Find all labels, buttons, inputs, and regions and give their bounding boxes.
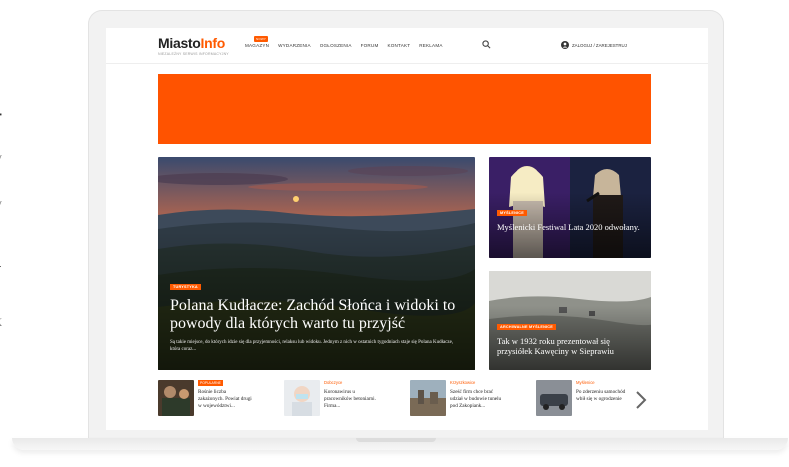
side-text-1: + — [0, 100, 3, 130]
side-text-5: k — [0, 313, 2, 331]
search-icon[interactable] — [482, 40, 491, 49]
category-label[interactable]: Dobczyce — [324, 380, 342, 385]
thumbnail-image — [536, 380, 572, 416]
news-title[interactable]: Rośnie liczba zakażonych. Powiat drugi w… — [198, 389, 252, 410]
site-logo[interactable]: MiastoInfo — [158, 35, 225, 51]
stage: + y y y k MiastoInfo NIEZALEŻNY SERWIS I… — [0, 0, 789, 467]
featured-main-title[interactable]: Polana Kudłacze: Zachód Słońca i widoki … — [170, 297, 470, 333]
side-text-2: y — [0, 150, 2, 168]
featured-main-lead: Są takie miejsce, do których idzie się d… — [170, 340, 454, 352]
category-tag[interactable]: POPULARNE — [198, 380, 223, 386]
category-label[interactable]: Krzyszkowice — [450, 380, 475, 385]
nav-item-reklama[interactable]: REKLAMA — [419, 43, 442, 48]
category-tag[interactable]: ARCHIWALNE MYŚLENICE — [497, 324, 556, 330]
featured-bottom-right-card[interactable]: ARCHIWALNE MYŚLENICE Tak w 1932 roku pre… — [489, 271, 651, 370]
news-title[interactable]: Sześć firm chce brać udział w budowie tu… — [450, 389, 504, 410]
ad-banner[interactable] — [158, 74, 651, 144]
category-tag[interactable]: TURYSTYKA — [170, 284, 201, 290]
main-nav: MAGAZYN NOWY WYDARZENIA OGŁOSZENIA FORUM… — [245, 36, 443, 48]
laptop-notch — [356, 438, 436, 442]
featured-top-right-title[interactable]: Myślenicki Festiwal Lata 2020 odwołany. — [497, 222, 647, 232]
thumbnail-image — [158, 380, 194, 416]
nav-item-label: MAGAZYN — [245, 43, 270, 48]
news-title[interactable]: Koronawirus u pracowników betoniarni. Fi… — [324, 389, 378, 410]
logo-part-2: Info — [200, 35, 226, 51]
news-title[interactable]: Po zderzeniu samochód wbił się w ogrodze… — [576, 389, 630, 403]
user-icon — [561, 41, 569, 49]
featured-top-right-card[interactable]: MYŚLENICE Myślenicki Festiwal Lata 2020 … — [489, 157, 651, 258]
logo-tagline: NIEZALEŻNY SERWIS INFORMACYJNY — [158, 52, 229, 56]
thumbnail-image — [284, 380, 320, 416]
side-text-4: y — [0, 255, 1, 285]
category-tag[interactable]: MYŚLENICE — [497, 210, 527, 216]
logo-part-1: Miasto — [158, 35, 201, 51]
chevron-right-icon[interactable] — [634, 390, 648, 410]
news-strip: POPULARNE Rośnie liczba zakażonych. Powi… — [158, 380, 658, 422]
login-label: ZALOGUJ / ZAREJESTRUJ — [572, 42, 627, 48]
featured-bottom-right-title[interactable]: Tak w 1932 roku prezentował się przysiół… — [497, 336, 647, 356]
nav-item-kontakt[interactable]: KONTAKT — [387, 43, 410, 48]
nav-item-forum[interactable]: FORUM — [361, 43, 379, 48]
site-header: MiastoInfo NIEZALEŻNY SERWIS INFORMACYJN… — [106, 28, 708, 64]
laptop-screen: MiastoInfo NIEZALEŻNY SERWIS INFORMACYJN… — [106, 28, 708, 430]
nav-item-wydarzenia[interactable]: WYDARZENIA — [278, 43, 311, 48]
thumbnail-image — [410, 380, 446, 416]
nav-item-magazyn[interactable]: MAGAZYN NOWY — [245, 36, 270, 48]
image-shade — [489, 157, 651, 258]
featured-main-card[interactable]: TURYSTYKA Polana Kudłacze: Zachód Słońca… — [158, 157, 475, 370]
login-link[interactable]: ZALOGUJ / ZAREJESTRUJ — [561, 41, 627, 49]
nav-new-badge: NOWY — [254, 36, 269, 42]
side-text-3: y — [0, 196, 2, 214]
side-text-fragments: + y y y k — [0, 0, 20, 467]
category-label[interactable]: Myślenice — [576, 380, 595, 385]
nav-item-ogloszenia[interactable]: OGŁOSZENIA — [320, 43, 352, 48]
